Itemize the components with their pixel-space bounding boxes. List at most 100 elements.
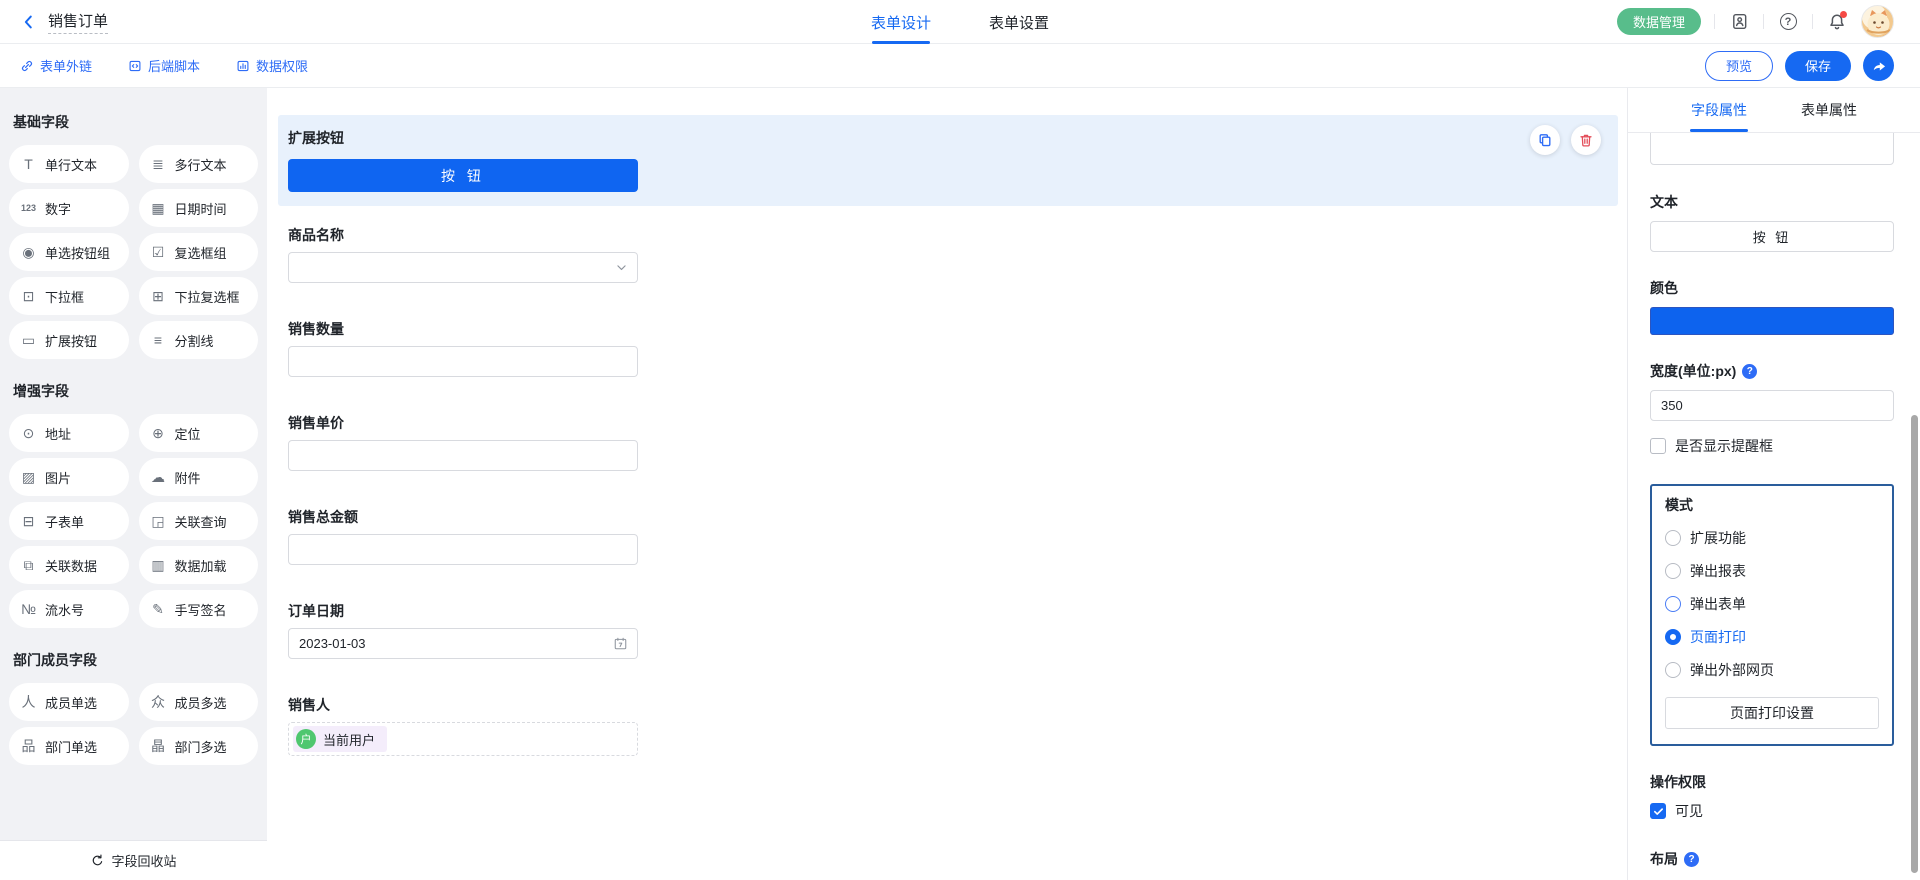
tab-form-settings[interactable]: 表单设置 — [989, 0, 1049, 44]
user-avatar[interactable] — [1861, 5, 1894, 38]
mode-option-page-print[interactable]: 页面打印 — [1665, 627, 1879, 647]
mode-option-popup-report[interactable]: 弹出报表 — [1665, 561, 1879, 581]
reminder-checkbox-row[interactable]: 是否显示提醒框 — [1650, 436, 1894, 456]
palette-item-label: 地址 — [45, 424, 71, 443]
backend-script-button[interactable]: 后端脚本 — [128, 56, 200, 75]
palette-item-data-load[interactable]: ▥数据加载 — [139, 546, 259, 584]
field-group-total-amount: 销售总金额 — [288, 507, 638, 565]
mode-option-popup-form[interactable]: 弹出表单 — [1665, 594, 1879, 614]
data-load-icon: ▥ — [150, 557, 167, 574]
palette-item-linked-data[interactable]: ⧉关联数据 — [9, 546, 129, 584]
radio-icon[interactable] — [1665, 662, 1681, 678]
radio-icon[interactable] — [1665, 596, 1681, 612]
palette-item-radio-group[interactable]: ◉单选按钮组 — [9, 233, 129, 271]
tab-form-properties[interactable]: 表单属性 — [1801, 88, 1857, 132]
width-input[interactable]: 350 — [1650, 390, 1894, 421]
palette-item-locate[interactable]: ⊕定位 — [139, 414, 259, 452]
width-help-icon[interactable]: ? — [1742, 364, 1757, 379]
reminder-checkbox[interactable] — [1650, 438, 1666, 454]
notifications-button[interactable] — [1826, 11, 1848, 33]
help-button[interactable]: ? — [1777, 11, 1799, 33]
radio-icon[interactable] — [1665, 530, 1681, 546]
palette-item-divider-line[interactable]: ≡分割线 — [139, 321, 259, 359]
salesperson-picker[interactable]: 户 当前用户 — [288, 722, 638, 756]
palette-item-single-line-text[interactable]: T单行文本 — [9, 145, 129, 183]
field-label: 商品名称 — [288, 225, 638, 245]
button-text-input[interactable]: 按 钮 — [1650, 221, 1894, 252]
data-permission-button[interactable]: 数据权限 — [236, 56, 308, 75]
delete-field-button[interactable] — [1571, 125, 1601, 155]
order-date-input[interactable]: 2023-01-03 — [288, 628, 638, 659]
mode-option-popup-external-page[interactable]: 弹出外部网页 — [1665, 660, 1879, 680]
color-swatch[interactable] — [1650, 307, 1894, 335]
panel-scrollbar-thumb[interactable] — [1911, 415, 1918, 873]
back-button[interactable] — [18, 11, 40, 33]
top-header: 销售订单 表单设计 表单设置 数据管理 ? — [0, 0, 1920, 44]
field-label: 销售数量 — [288, 319, 638, 339]
palette-item-member-multi[interactable]: 众成员多选 — [139, 683, 259, 721]
selected-field-extend-button[interactable]: 扩展按钮 按 钮 — [278, 115, 1618, 206]
palette-item-serial-number[interactable]: №流水号 — [9, 590, 129, 628]
partial-input-box[interactable] — [1650, 133, 1894, 165]
address-icon: ⊙ — [20, 425, 37, 442]
visible-checkbox[interactable] — [1650, 803, 1666, 819]
palette-item-label: 成员多选 — [175, 693, 227, 712]
image-icon: ▨ — [20, 469, 37, 486]
current-user-tag[interactable]: 户 当前用户 — [293, 726, 387, 752]
form-canvas: 扩展按钮 按 钮 商品名称 — [267, 88, 1627, 880]
palette-item-subform[interactable]: ⊟子表单 — [9, 502, 129, 540]
palette-item-datetime[interactable]: ▦日期时间 — [139, 189, 259, 227]
form-toolbar: 表单外链 后端脚本 数据权限 预览 保存 — [0, 44, 1920, 88]
signature-icon: ✎ — [150, 601, 167, 618]
palette-item-multi-dropdown[interactable]: ⊞下拉复选框 — [139, 277, 259, 315]
tab-field-properties[interactable]: 字段属性 — [1691, 88, 1747, 132]
current-user-label: 当前用户 — [323, 730, 375, 749]
share-button[interactable] — [1863, 50, 1894, 81]
sales-qty-input[interactable] — [288, 346, 638, 377]
palette-item-signature[interactable]: ✎手写签名 — [139, 590, 259, 628]
save-button[interactable]: 保存 — [1785, 51, 1851, 81]
calendar-icon — [613, 636, 628, 651]
extend-button-icon: ▭ — [20, 332, 37, 349]
mode-option-extend-function[interactable]: 扩展功能 — [1665, 528, 1879, 548]
properties-panel: 字段属性 表单属性 文本 按 钮 颜色 宽度(单位:px) ? 350 — [1627, 88, 1920, 880]
palette-item-checkbox-group[interactable]: ☑复选框组 — [139, 233, 259, 271]
copy-field-button[interactable] — [1530, 125, 1560, 155]
total-amount-input[interactable] — [288, 534, 638, 565]
palette-item-number[interactable]: 123数字 — [9, 189, 129, 227]
palette-item-member-single[interactable]: 人成员单选 — [9, 683, 129, 721]
radio-checked-icon[interactable] — [1665, 629, 1681, 645]
palette-item-multi-line-text[interactable]: ≣多行文本 — [139, 145, 259, 183]
section-title-basic-fields: 基础字段 — [13, 112, 258, 132]
palette-item-department-single[interactable]: 品部门单选 — [9, 727, 129, 765]
product-name-select[interactable] — [288, 252, 638, 283]
tab-form-design[interactable]: 表单设计 — [871, 0, 931, 44]
field-recycle-bin-button[interactable]: 字段回收站 — [0, 840, 267, 880]
panel-tabs: 字段属性 表单属性 — [1628, 88, 1920, 133]
visible-checkbox-row[interactable]: 可见 — [1650, 801, 1894, 821]
palette-item-label: 分割线 — [175, 331, 214, 350]
palette-item-image[interactable]: ▨图片 — [9, 458, 129, 496]
palette-item-label: 下拉框 — [45, 287, 84, 306]
palette-item-department-multi[interactable]: 晶部门多选 — [139, 727, 259, 765]
palette-item-extend-button[interactable]: ▭扩展按钮 — [9, 321, 129, 359]
preview-button[interactable]: 预览 — [1705, 51, 1773, 81]
page-print-settings-button[interactable]: 页面打印设置 — [1665, 697, 1879, 729]
palette-item-label: 部门单选 — [45, 737, 97, 756]
data-manage-button[interactable]: 数据管理 — [1617, 8, 1701, 35]
locate-icon: ⊕ — [150, 425, 167, 442]
palette-item-attachment[interactable]: ☁附件 — [139, 458, 259, 496]
palette-item-dropdown[interactable]: ⊡下拉框 — [9, 277, 129, 315]
external-link-button[interactable]: 表单外链 — [20, 56, 92, 75]
extend-button-preview[interactable]: 按 钮 — [288, 159, 638, 192]
palette-item-address[interactable]: ⊙ 地址 — [9, 414, 129, 452]
layout-help-icon[interactable]: ? — [1684, 852, 1699, 867]
radio-icon[interactable] — [1665, 563, 1681, 579]
contacts-button[interactable] — [1728, 11, 1750, 33]
unit-price-input[interactable] — [288, 440, 638, 471]
palette-item-linked-query[interactable]: ◲关联查询 — [139, 502, 259, 540]
checkbox-group-icon: ☑ — [150, 244, 167, 261]
form-title[interactable]: 销售订单 — [48, 10, 108, 34]
palette-item-label: 单选按钮组 — [45, 243, 110, 262]
field-label: 订单日期 — [288, 601, 638, 621]
